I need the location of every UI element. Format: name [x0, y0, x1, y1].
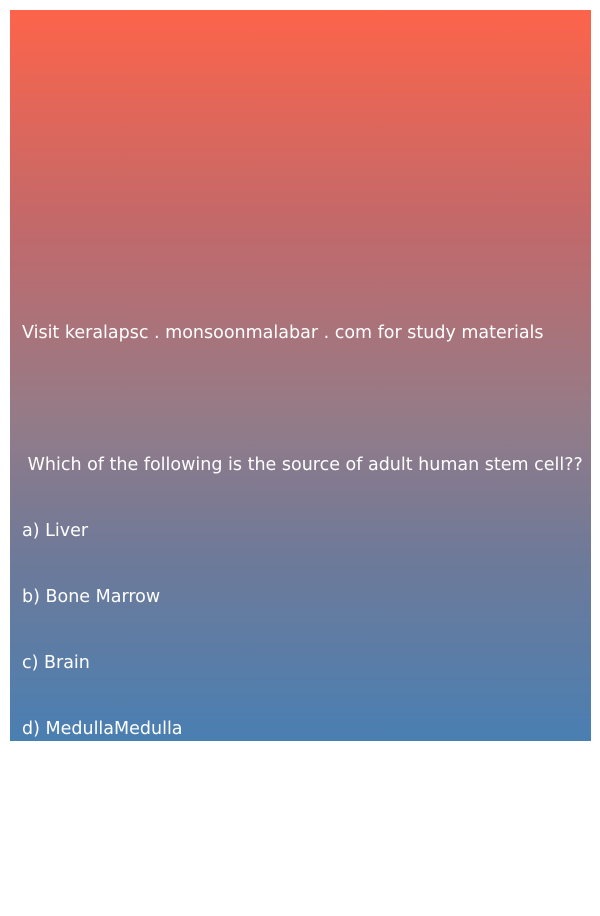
visit-text: Visit keralapsc . monsoonmalabar . com f…	[22, 323, 544, 343]
option-a: a) Liver	[22, 521, 89, 541]
option-b: b) Bone Marrow	[22, 587, 161, 607]
option-d: d) MedullaMedulla	[22, 719, 183, 739]
option-c: c) Brain	[22, 653, 90, 673]
question-text: Which of the following is the source of …	[22, 455, 583, 475]
question-card: Visit keralapsc . monsoonmalabar . com f…	[10, 10, 591, 871]
answer-text: Answer: Bone Marrow	[22, 851, 213, 871]
card-content: Visit keralapsc . monsoonmalabar . com f…	[22, 278, 587, 916]
